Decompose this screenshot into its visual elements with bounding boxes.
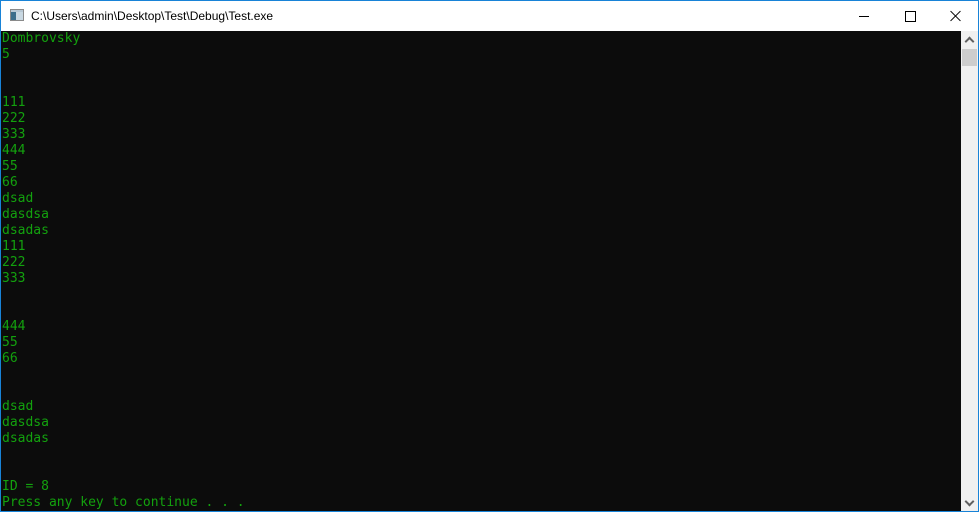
console-app-icon [10, 9, 24, 21]
title-bar[interactable]: C:\Users\admin\Desktop\Test\Debug\Test.e… [1, 1, 978, 31]
console-line: 66 [2, 175, 18, 190]
close-icon [950, 10, 962, 22]
console-line: dsad [2, 399, 34, 414]
minimize-button[interactable] [841, 1, 887, 31]
console-line: Dombrovsky [2, 31, 81, 46]
console-line: dsad [2, 191, 34, 206]
console-line: ID = 8 [2, 479, 49, 494]
scroll-down-button[interactable] [961, 494, 978, 511]
console-line: 111 [2, 239, 26, 254]
console-line: 66 [2, 351, 18, 366]
console-line: 55 [2, 159, 18, 174]
console-line: dasdsa [2, 415, 49, 430]
close-button[interactable] [933, 1, 979, 31]
maximize-button[interactable] [887, 1, 933, 31]
console-line: dsadas [2, 223, 49, 238]
console-line: 222 [2, 255, 26, 270]
console-line: 5 [2, 47, 10, 62]
maximize-icon [904, 10, 916, 22]
minimize-icon [859, 15, 869, 17]
chevron-up-icon [964, 36, 975, 46]
chevron-down-icon [964, 496, 975, 506]
console-line: 333 [2, 127, 26, 142]
scroll-up-button[interactable] [961, 31, 978, 48]
console-line: 222 [2, 111, 26, 126]
console-line: dasdsa [2, 207, 49, 222]
console-line: 444 [2, 319, 26, 334]
console-line: Press any key to continue . . . [2, 495, 245, 510]
scrollbar-thumb[interactable] [962, 49, 977, 66]
console-output[interactable]: Dombrovsky 5 111 222 333 444 55 66 dsad dasdsa dsa… [1, 31, 961, 511]
console-line: 55 [2, 335, 18, 350]
window-title: C:\Users\admin\Desktop\Test\Debug\Test.e… [31, 9, 274, 23]
vertical-scrollbar[interactable] [961, 31, 978, 511]
console-line: 333 [2, 271, 26, 286]
console-line: 444 [2, 143, 26, 158]
console-line: dsadas [2, 431, 49, 446]
console-line: 111 [2, 95, 26, 110]
